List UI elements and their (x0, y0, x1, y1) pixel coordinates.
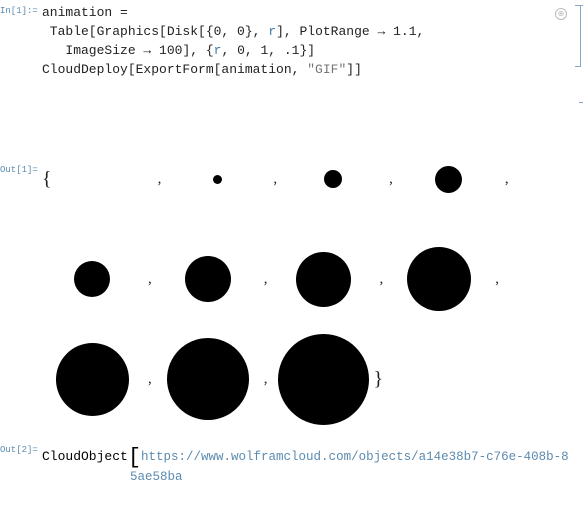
code-text: animation = (42, 5, 128, 20)
open-bracket: [ (128, 445, 141, 470)
code-text: 100], { (151, 43, 213, 58)
disk-graphic (42, 329, 142, 429)
string-literal: "GIF" (307, 62, 346, 77)
disk-graphic (389, 229, 489, 329)
disk-icon (324, 170, 342, 188)
gear-icon[interactable]: ⊕ (555, 8, 567, 20)
comma-sep: , (258, 372, 274, 387)
var-r: r (268, 24, 276, 39)
disk-icon (435, 166, 462, 193)
comma-sep: , (142, 372, 158, 387)
disk-icon (74, 261, 110, 297)
disk-icon (213, 175, 222, 184)
disk-icon (296, 252, 351, 307)
code-text: ], PlotRange (276, 24, 377, 39)
comma-sep: , (489, 272, 505, 287)
disk-graphic (42, 229, 142, 329)
comma-sep: , (142, 272, 158, 287)
code-text: , 0, 1, .1}] (221, 43, 315, 58)
comma-sep: , (152, 172, 168, 187)
output-cell-2: CloudObject[https://www.wolframcloud.com… (42, 443, 583, 484)
disk-graphic (274, 329, 374, 429)
comma-sep: , (499, 172, 515, 187)
input-cell[interactable]: animation = Table[Graphics[Disk[{0, 0}, … (42, 2, 583, 79)
cloud-link[interactable]: https://www.wolframcloud.com/objects/a14… (141, 450, 569, 464)
disk-graphic (52, 129, 152, 229)
disk-icon (185, 256, 231, 302)
cloudobject-head: CloudObject (42, 449, 128, 464)
comma-sep: , (374, 272, 390, 287)
out2-label: Out[2]= (0, 443, 42, 455)
close-brace: } (374, 369, 384, 389)
disk-graphic (167, 129, 267, 229)
disk-graphic (283, 129, 383, 229)
disk-graphic (274, 229, 374, 329)
disk-icon (167, 338, 249, 420)
out1-label: Out[1]= (0, 127, 42, 175)
disk-graphic (399, 129, 499, 229)
comma-sep: , (383, 172, 399, 187)
code-text: ImageSize (42, 43, 143, 58)
cell-bracket-group[interactable] (579, 5, 583, 103)
code-text: Table[Graphics[Disk[{0, 0}, (42, 24, 268, 39)
open-brace: { (42, 169, 52, 189)
code-text: ]] (346, 62, 362, 77)
output-cell-1: {,,,,,,,,,,} (42, 127, 583, 429)
comma-sep: , (267, 172, 283, 187)
disk-graphic (158, 329, 258, 429)
disk-icon (407, 247, 471, 311)
code-text: CloudDeploy[ExportForm[animation, (42, 62, 307, 77)
disk-icon (278, 334, 369, 425)
in-label: In[1]:= (0, 2, 42, 16)
code-text: 1.1, (385, 24, 424, 39)
disk-graphic (158, 229, 258, 329)
comma-sep: , (258, 272, 274, 287)
disk-icon (56, 343, 129, 416)
cloud-link-cont[interactable]: 5ae58ba (130, 470, 569, 484)
